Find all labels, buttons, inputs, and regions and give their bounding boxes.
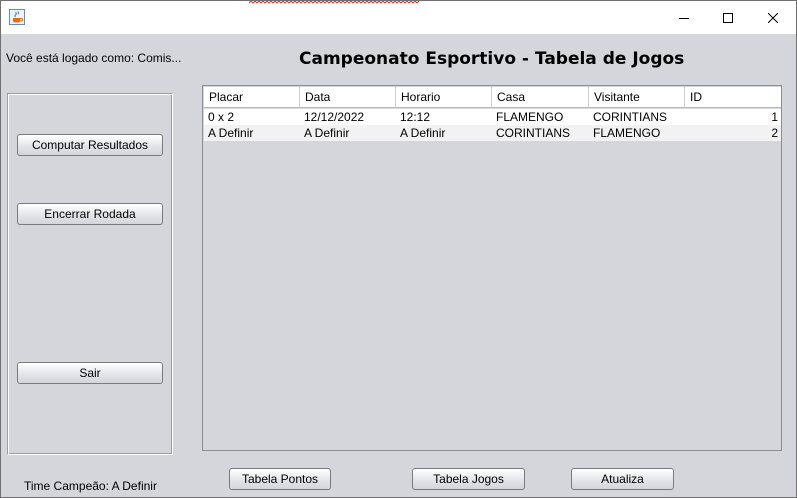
points-table-button[interactable]: Tabela Pontos — [229, 468, 331, 490]
column-header-visitante[interactable]: Visitante — [589, 87, 685, 107]
column-header-data[interactable]: Data — [300, 87, 396, 107]
exit-button[interactable]: Sair — [17, 362, 163, 384]
page-title: Campeonato Esportivo - Tabela de Jogos — [299, 49, 685, 69]
cell-id: 1 — [771, 110, 778, 124]
cell-data: 12/12/2022 — [304, 110, 365, 124]
spellcheck-squiggle-icon — [249, 1, 419, 4]
compute-results-button[interactable]: Computar Resultados — [17, 134, 163, 156]
close-button[interactable] — [750, 1, 796, 34]
cell-horario: 12:12 — [400, 110, 431, 124]
games-table-button[interactable]: Tabela Jogos — [412, 468, 525, 490]
column-header-placar[interactable]: Placar — [204, 87, 300, 107]
cell-placar: 0 x 2 — [208, 110, 235, 124]
cell-casa: FLAMENGO — [496, 110, 564, 124]
cell-visitante: FLAMENGO — [593, 126, 661, 140]
minimize-icon — [679, 17, 689, 19]
column-header-casa[interactable]: Casa — [492, 87, 589, 107]
cell-casa: CORINTIANS — [496, 126, 571, 140]
cell-visitante: CORINTIANS — [593, 110, 668, 124]
title-bar[interactable] — [1, 1, 796, 34]
column-header-id[interactable]: ID — [685, 87, 781, 107]
refresh-button[interactable]: Atualiza — [571, 468, 674, 490]
games-table[interactable]: Placar Data Horario Casa Visitante ID 0 … — [202, 85, 782, 451]
logged-user-label: Você está logado como: Comis... — [6, 51, 182, 65]
app-window: Você está logado como: Comis... Campeona… — [0, 0, 797, 498]
maximize-button[interactable] — [705, 1, 751, 34]
minimize-button[interactable] — [661, 1, 707, 34]
table-header: Placar Data Horario Casa Visitante ID — [204, 87, 781, 108]
close-round-button[interactable]: Encerrar Rodada — [17, 203, 163, 225]
java-coffee-cup-icon — [9, 9, 25, 25]
champion-label: Time Campeão: A Definir — [24, 479, 157, 493]
cell-horario: A Definir — [400, 126, 446, 140]
cell-id: 2 — [771, 126, 778, 140]
close-icon — [768, 12, 778, 23]
cell-placar: A Definir — [208, 126, 254, 140]
table-row[interactable]: 0 x 2 12/12/2022 12:12 FLAMENGO CORINTIA… — [204, 109, 781, 125]
cell-data: A Definir — [304, 126, 350, 140]
table-row[interactable]: A Definir A Definir A Definir CORINTIANS… — [204, 125, 781, 141]
maximize-icon — [723, 12, 733, 23]
column-header-horario[interactable]: Horario — [396, 87, 492, 107]
